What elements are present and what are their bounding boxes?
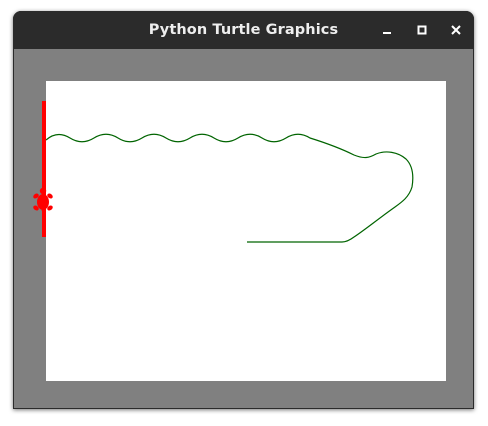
window-bottom-edge bbox=[13, 408, 474, 409]
title-bar[interactable]: Python Turtle Graphics bbox=[13, 11, 474, 49]
turtle-drawing bbox=[33, 101, 414, 243]
maximize-icon bbox=[417, 25, 427, 35]
minimize-icon bbox=[383, 32, 391, 34]
turtle-path-line bbox=[45, 133, 414, 243]
window-title: Python Turtle Graphics bbox=[148, 22, 339, 38]
turtle-icon bbox=[33, 187, 53, 214]
minimize-button[interactable] bbox=[376, 19, 398, 41]
turtle-window: Python Turtle Graphics bbox=[13, 11, 474, 409]
maximize-button[interactable] bbox=[411, 19, 433, 41]
close-button[interactable] bbox=[445, 19, 467, 41]
close-icon bbox=[451, 25, 461, 35]
turtle-canvas[interactable] bbox=[14, 49, 473, 408]
